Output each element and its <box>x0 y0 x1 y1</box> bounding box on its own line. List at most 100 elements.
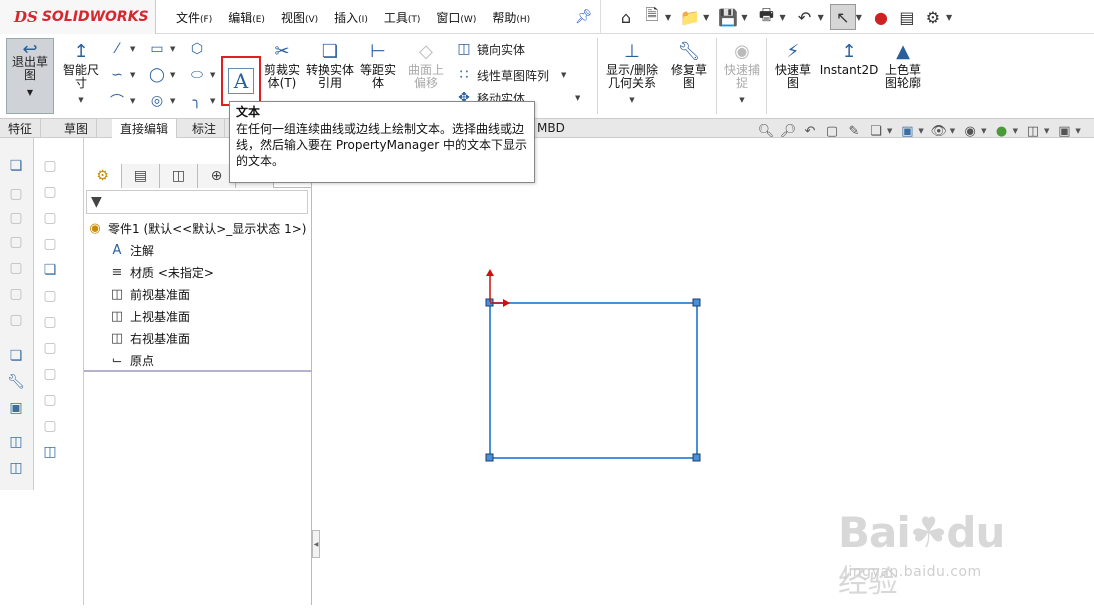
shaded-sketch-contours-button[interactable]: ▲ 上色草图轮廓 <box>880 38 926 90</box>
3d-sketch-icon[interactable]: ▢ <box>40 156 60 176</box>
display-style-icon[interactable]: ▣ <box>896 121 918 141</box>
rectangle-tool[interactable]: ▭ ▼ <box>148 40 175 58</box>
trim-entities-button[interactable]: ✂ 剪裁实体(T) <box>260 38 304 90</box>
chamfer-feature-icon[interactable]: ▢ <box>40 208 60 228</box>
tab-mbd[interactable]: MBD <box>535 118 565 138</box>
slot-tool[interactable]: ◯ ▼ <box>148 66 175 84</box>
extruded-cut-icon[interactable]: ▢ <box>6 258 26 278</box>
line-tool[interactable]: ⁄ ▼ <box>108 40 136 58</box>
pattern-feature-icon[interactable]: ▢ <box>40 416 60 436</box>
select-arrow-icon[interactable]: ↖ <box>829 4 856 30</box>
tree-item-top-plane[interactable]: ◫ 上视基准面 <box>108 306 190 326</box>
undo-icon[interactable]: ↶ <box>792 4 818 30</box>
shell-feature-icon[interactable]: ▢ <box>40 234 60 254</box>
show-delete-relations-button[interactable]: ⊥ 显示/删除几何关系 ▼ <box>602 38 662 107</box>
instant2d-button[interactable]: ↥ Instant2D <box>820 38 879 77</box>
print-icon[interactable]: 🖶 <box>753 4 779 30</box>
select-dropdown-icon[interactable]: ▼ <box>856 13 862 22</box>
dome-feature-icon[interactable]: ▢ <box>40 338 60 358</box>
previous-view-icon[interactable]: ↶ <box>799 121 821 141</box>
tree-filter[interactable]: ▼ <box>86 190 308 214</box>
revolved-boss-icon[interactable]: ▢ <box>6 184 26 204</box>
mirror-feature-icon[interactable]: ▢ <box>40 390 60 410</box>
mirror-entities-button[interactable]: ◫ 镜向实体 <box>455 40 525 58</box>
edit-appearance-icon[interactable]: ◉ <box>959 121 981 141</box>
view-orientation-icon[interactable]: ❏ <box>865 121 887 141</box>
polygon-tool[interactable]: ⬡ <box>188 40 210 58</box>
pin-icon[interactable]: 📌︎ <box>575 9 593 25</box>
home-icon[interactable]: ⌂ <box>613 4 639 30</box>
save-dropdown-icon[interactable]: ▼ <box>741 13 747 22</box>
apply-scene-icon[interactable]: ● <box>991 121 1013 141</box>
feature-manager-tab-icon[interactable]: ⚙ <box>84 164 122 188</box>
monitor-dropdown-icon[interactable]: ▼ <box>1075 127 1080 135</box>
rectangle-dropdown-icon[interactable]: ▼ <box>170 45 175 53</box>
menu-edit[interactable]: 编辑(E) <box>228 9 265 26</box>
view-settings-icon[interactable]: ◫ <box>1022 121 1044 141</box>
smart-dimension-button[interactable]: ↥ 智能尺寸 ▼ <box>58 38 104 107</box>
rect-corner-point[interactable] <box>692 298 701 307</box>
spline-dropdown-icon[interactable]: ▼ <box>130 71 135 79</box>
fillet-tool[interactable]: ╮ ▼ <box>188 92 216 110</box>
text-tool-button[interactable]: A <box>221 56 261 106</box>
extruded-boss-icon[interactable]: ❏ <box>6 156 26 176</box>
menu-insert[interactable]: 插入(I) <box>334 9 368 26</box>
sketch-canvas[interactable] <box>320 142 1094 605</box>
quick-snaps-button[interactable]: ◉ 快速捕捉 ▼ <box>720 38 764 107</box>
sketch-rectangle[interactable] <box>489 302 698 459</box>
open-dropdown-icon[interactable]: ▼ <box>703 13 709 22</box>
offset-on-surface-button[interactable]: ◇ 曲面上偏移 <box>404 38 448 90</box>
circle-tool[interactable]: ◎ ▼ <box>148 92 176 110</box>
view-orientation-dropdown-icon[interactable]: ▼ <box>887 127 892 135</box>
fillet-feature-icon[interactable]: ▢ <box>40 182 60 202</box>
relations-dropdown-icon[interactable]: ▼ <box>629 94 634 107</box>
repair-sketch-icon[interactable]: 🔧︎ <box>6 372 26 392</box>
rebuild-traffic-light-icon[interactable]: ● <box>868 4 894 30</box>
make-block-icon[interactable]: ◫ <box>6 458 26 478</box>
options-dropdown-icon[interactable]: ▼ <box>946 13 952 22</box>
arc-dropdown-icon[interactable]: ▼ <box>130 97 135 105</box>
menu-view[interactable]: 视图(V) <box>281 9 318 26</box>
undo-dropdown-icon[interactable]: ▼ <box>818 13 824 22</box>
graphics-area[interactable] <box>320 142 1094 605</box>
tree-item-origin[interactable]: ⌙ 原点 <box>108 350 154 370</box>
tree-item-right-plane[interactable]: ◫ 右视基准面 <box>108 328 190 348</box>
arc-tool[interactable]: ⌒ ▼ <box>108 92 135 110</box>
fillet-dropdown-icon[interactable]: ▼ <box>210 97 215 105</box>
swept-cut-icon[interactable]: ▢ <box>6 310 26 330</box>
hide-show-dropdown-icon[interactable]: ▼ <box>950 127 955 135</box>
pattern-dropdown-icon[interactable]: ▼ <box>561 71 566 79</box>
menu-file[interactable]: 文件(F) <box>176 9 212 26</box>
file-properties-icon[interactable]: ▤ <box>894 4 920 30</box>
exit-sketch-button[interactable]: ↩ 退出草图 ▼ <box>6 38 54 114</box>
line-dropdown-icon[interactable]: ▼ <box>130 45 135 53</box>
ellipse-dropdown-icon[interactable]: ▼ <box>210 71 215 79</box>
zoom-to-fit-icon[interactable]: 🔍︎ <box>755 121 777 141</box>
wrap-feature-icon[interactable]: ▢ <box>40 364 60 384</box>
menu-window[interactable]: 窗口(W) <box>436 9 476 26</box>
reference-geometry-icon[interactable]: ◫ <box>40 442 60 462</box>
panel-divider[interactable] <box>84 370 312 372</box>
tree-item-annotations[interactable]: A 注解 <box>108 240 154 260</box>
revolved-cut-icon[interactable]: ▢ <box>6 284 26 304</box>
convert-entities-button[interactable]: ❏ 转换实体引用 <box>306 38 354 90</box>
scene-dropdown-icon[interactable]: ▼ <box>1013 127 1018 135</box>
lofted-boss-icon[interactable]: ▢ <box>6 232 26 252</box>
ellipse-tool[interactable]: ⬭ ▼ <box>188 66 215 84</box>
block-icon[interactable]: ◫ <box>6 432 26 452</box>
rib-feature-icon[interactable]: ❏ <box>40 260 60 280</box>
rect-corner-point[interactable] <box>485 453 494 462</box>
slot-dropdown-icon[interactable]: ▼ <box>170 71 175 79</box>
tab-direct-editing[interactable]: 直接编辑 <box>112 119 178 138</box>
section-view-icon[interactable]: ▢ <box>821 121 843 141</box>
draft-feature-icon[interactable]: ▢ <box>40 286 60 306</box>
monitor-icon[interactable]: ▣ <box>1053 121 1075 141</box>
tree-item-front-plane[interactable]: ◫ 前视基准面 <box>108 284 190 304</box>
offset-entities-button[interactable]: ⊢ 等距实体 <box>356 38 400 90</box>
configuration-manager-tab-icon[interactable]: ◫ <box>160 164 198 188</box>
hole-wizard-icon[interactable]: ▢ <box>40 312 60 332</box>
save-icon[interactable]: 💾 <box>715 4 741 30</box>
spline-tool[interactable]: ∽ ▼ <box>108 66 135 84</box>
menu-help[interactable]: 帮助(H) <box>492 9 530 26</box>
tree-root-part[interactable]: ◉ 零件1 (默认<<默认>_显示状态 1>) <box>86 218 306 238</box>
